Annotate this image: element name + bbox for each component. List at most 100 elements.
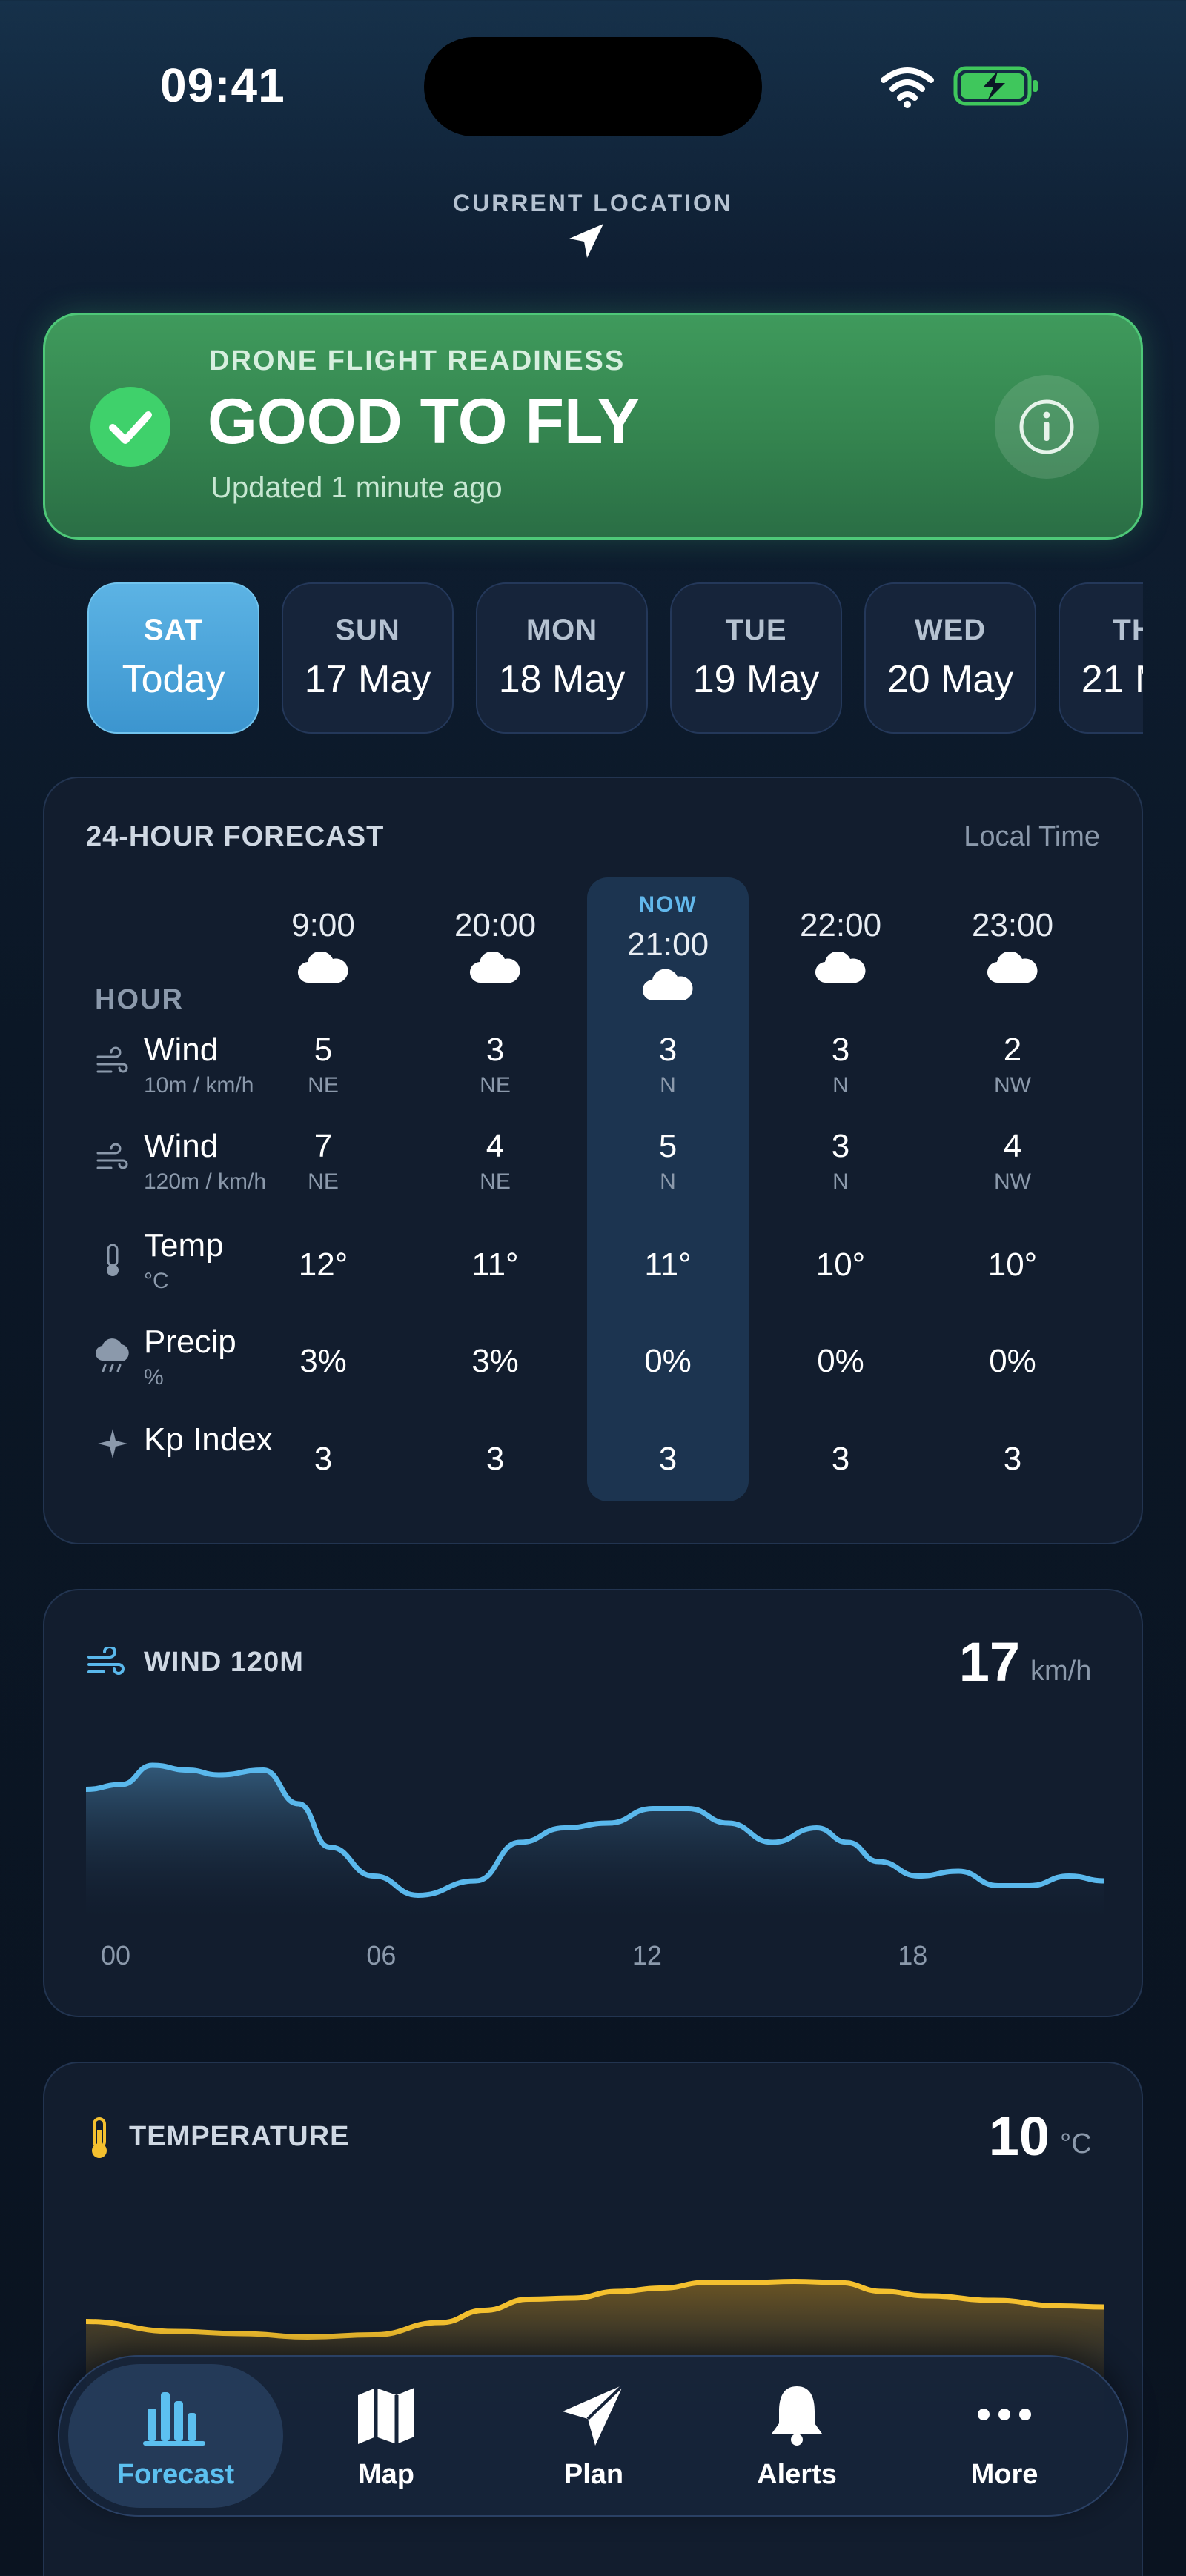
tab-label: Forecast	[116, 2459, 235, 2490]
forecast-cell: 4 NE	[414, 1128, 576, 1195]
wind-icon	[96, 1143, 128, 1169]
cell-direction: NE	[308, 1073, 339, 1098]
forecast-cell: 3N	[760, 1128, 921, 1195]
cell-value: 3%	[471, 1343, 519, 1379]
day-tab-tue[interactable]: TUE 19 May	[670, 582, 842, 734]
day-tab-sat[interactable]: SAT Today	[87, 582, 259, 734]
cell-value: 3	[314, 1441, 333, 1477]
forecast-cell: 3%	[414, 1343, 576, 1380]
now-label: NOW	[638, 892, 698, 917]
cell-value: 11°	[471, 1246, 519, 1283]
temperature-chart-title: TEMPERATURE	[129, 2121, 350, 2152]
forecast-cell: 3%	[242, 1343, 404, 1380]
temperature-unit: °C	[1060, 2128, 1092, 2160]
cell-value: 5	[314, 1032, 333, 1068]
forecast-cell: 3	[760, 1441, 921, 1478]
cell-value: 2	[1003, 1032, 1022, 1068]
cell-value: 10°	[815, 1246, 866, 1283]
cell-direction: NE	[480, 1073, 511, 1098]
day-tab-thu[interactable]: THU 21 May	[1059, 582, 1143, 734]
forecast-cell: 3N	[760, 1032, 921, 1098]
tab-label: Alerts	[757, 2459, 837, 2490]
cell-value: 12°	[298, 1246, 348, 1283]
cell-value: 7	[314, 1128, 333, 1164]
cloud-icon	[297, 952, 348, 983]
location-label[interactable]: CURRENT LOCATION	[0, 190, 1186, 217]
cell-value: 0%	[989, 1343, 1036, 1379]
bell-icon	[772, 2386, 822, 2446]
tab-alerts[interactable]: Alerts	[689, 2364, 904, 2508]
row-unit: %	[144, 1365, 164, 1390]
forecast-cell: 2 NW	[932, 1032, 1093, 1098]
day-tab-sun[interactable]: SUN 17 May	[282, 582, 454, 734]
info-button[interactable]	[995, 375, 1099, 479]
thermometer-icon	[107, 1244, 119, 1276]
thermometer-icon	[92, 2117, 107, 2158]
cell-value: 10°	[987, 1246, 1038, 1283]
cloud-icon	[642, 969, 693, 1001]
forecast-cell: 3	[932, 1441, 1093, 1478]
day-date: 19 May	[692, 658, 820, 701]
forecast-cell: 0%	[932, 1343, 1093, 1380]
info-icon	[1019, 399, 1074, 454]
readiness-status: GOOD TO FLY	[208, 386, 640, 457]
row-label: Wind	[144, 1128, 219, 1164]
temperature-current-value: 10	[988, 2105, 1050, 2167]
tab-label: Plan	[563, 2459, 624, 2490]
forecast-cell: 3	[414, 1441, 576, 1478]
check-circle-icon	[90, 387, 170, 467]
cell-direction: NW	[994, 1073, 1031, 1098]
cloud-icon	[469, 952, 520, 983]
x-tick-label: 12	[632, 1940, 662, 1971]
cell-value: 3	[1003, 1441, 1022, 1477]
cell-value: 3	[658, 1441, 678, 1477]
hour-label: 9:00	[291, 907, 355, 943]
day-date: Today	[122, 658, 225, 701]
cell-value: 3	[831, 1032, 850, 1068]
cell-value: 3	[486, 1032, 505, 1068]
forecast-cell: 5N	[587, 1128, 749, 1195]
row-label: Wind	[144, 1032, 219, 1068]
tab-more[interactable]: More	[897, 2364, 1112, 2508]
tab-map[interactable]: Map	[279, 2364, 494, 2508]
day-tab-wed[interactable]: WED 20 May	[864, 582, 1036, 734]
cell-value: 11°	[644, 1246, 692, 1283]
rain-cloud-icon	[95, 1338, 129, 1372]
wind-area	[86, 1765, 1104, 1919]
forecast-cell: 3	[242, 1441, 404, 1478]
status-time: 09:41	[160, 59, 285, 112]
forecast-cell: 3 NE	[414, 1032, 576, 1098]
cell-value: 5	[658, 1128, 678, 1164]
forecast-cell: 4 NW	[932, 1128, 1093, 1195]
hour-label: 21:00	[626, 926, 709, 963]
day-name: TUE	[725, 614, 787, 646]
x-tick-label: 06	[366, 1940, 397, 1971]
row-unit: 10m / km/h	[144, 1073, 254, 1098]
cell-direction: N	[832, 1073, 849, 1098]
wind-icon	[96, 1046, 128, 1073]
row-label: Precip	[144, 1324, 236, 1360]
tab-plan[interactable]: Plan	[486, 2364, 701, 2508]
battery-icon	[953, 66, 1038, 106]
cell-value: 3	[486, 1441, 505, 1477]
wind-chart-title: WIND 120M	[144, 1647, 304, 1678]
cell-value: 4	[1003, 1128, 1022, 1164]
location-arrow-icon	[569, 224, 603, 258]
day-name: WED	[914, 614, 987, 646]
row-label: Temp	[144, 1227, 224, 1264]
cell-value: 3	[831, 1128, 850, 1164]
cell-direction: NE	[308, 1169, 339, 1194]
wind-current-value: 17	[958, 1631, 1020, 1693]
cloud-icon	[815, 952, 866, 983]
day-date: 17 May	[304, 658, 431, 701]
day-tab-mon[interactable]: MON 18 May	[476, 582, 648, 734]
cell-direction: N	[660, 1169, 676, 1194]
hour-label: 23:00	[971, 907, 1054, 943]
forecast-cell: 11°	[414, 1246, 576, 1284]
forecast-cell: 0%	[760, 1343, 921, 1380]
time-mode-toggle[interactable]: Local Time	[890, 821, 1100, 853]
day-date: 20 May	[887, 658, 1014, 701]
readiness-updated: Updated 1 minute ago	[211, 471, 503, 504]
tab-forecast[interactable]: Forecast	[68, 2364, 283, 2508]
cell-value: 3%	[299, 1343, 347, 1379]
